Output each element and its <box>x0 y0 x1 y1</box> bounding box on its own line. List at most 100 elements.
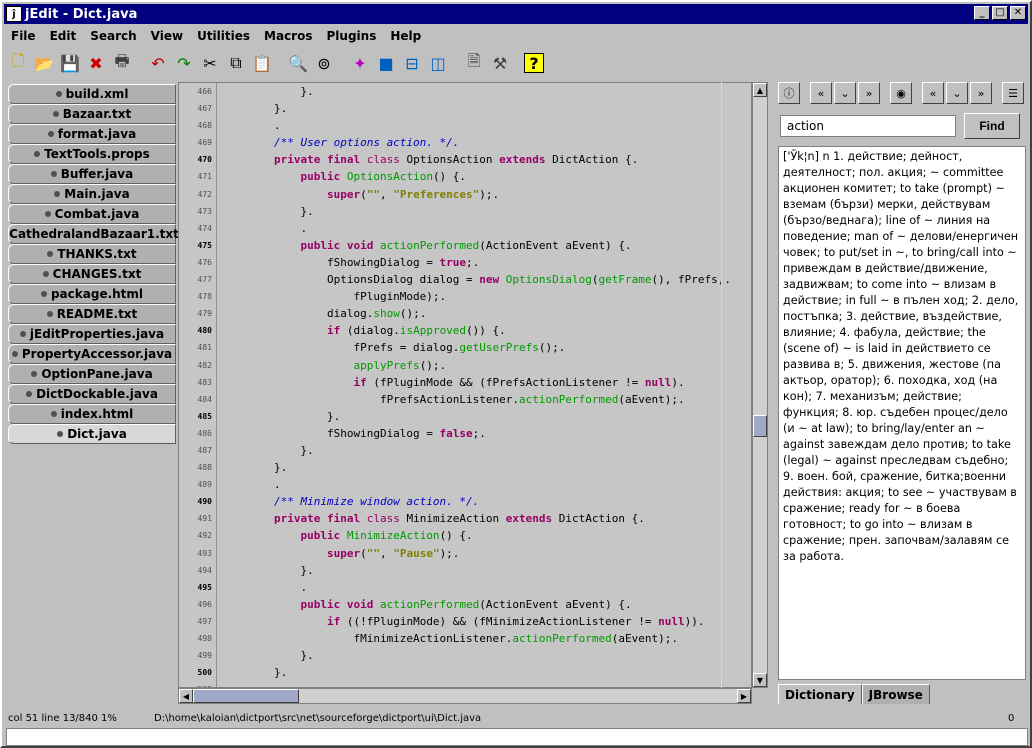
open-icon[interactable]: 📂 <box>32 51 56 75</box>
scroll-down-button[interactable]: ▼ <box>753 673 767 687</box>
buffer-tab-label: format.java <box>57 127 137 141</box>
buffer-tab[interactable]: OptionPane.java <box>8 364 176 384</box>
global-options-icon[interactable]: ⚒ <box>488 51 512 75</box>
nav-right-icon[interactable]: » <box>858 82 880 104</box>
menu-macros[interactable]: Macros <box>257 29 319 43</box>
buffer-tab[interactable]: jEditProperties.java <box>8 324 176 344</box>
menu-edit[interactable]: Edit <box>43 29 84 43</box>
new-view-icon[interactable]: ✦ <box>348 51 372 75</box>
code-token: ((!fPluginMode) && (fMinimizeActionListe… <box>346 614 659 628</box>
find-button[interactable]: Find <box>964 113 1020 139</box>
help-icon[interactable]: ? <box>524 53 544 73</box>
buffer-options-icon[interactable]: 🗎 <box>462 51 486 75</box>
search-input[interactable] <box>780 115 956 137</box>
buffer-tabs: build.xml Bazaar.txt format.java TextTools.… <box>8 84 179 704</box>
find-icon[interactable]: 🔍 <box>286 51 310 75</box>
copy-icon[interactable]: ⧉ <box>224 51 248 75</box>
buffer-dot-icon <box>47 131 54 137</box>
dictionary-icon[interactable]: ◉ <box>890 82 912 104</box>
code-token: extends <box>505 512 559 526</box>
scroll-right-button[interactable]: ▶ <box>737 689 751 703</box>
buffer-tab[interactable]: Combat.java <box>8 204 176 224</box>
line-number: 476 <box>197 257 212 267</box>
redo-icon[interactable]: ↷ <box>172 51 196 75</box>
code-token: , <box>379 546 394 560</box>
code-token: null <box>644 375 672 389</box>
line-number: 472 <box>197 189 212 199</box>
save-icon[interactable]: 💾 <box>58 51 82 75</box>
split-horizontal-icon[interactable]: ⊟ <box>400 51 424 75</box>
horizontal-scrollbar[interactable]: ◀ ▶ <box>178 688 752 704</box>
code-token: (aEvent);. <box>611 632 678 645</box>
buffer-tab[interactable]: TextTools.props <box>8 144 176 164</box>
maximize-button[interactable]: □ <box>992 6 1008 20</box>
buffer-tab[interactable]: CHANGES.txt <box>8 264 176 284</box>
buffer-tab[interactable]: README.txt <box>8 304 176 324</box>
line-number: 488 <box>197 463 212 473</box>
menu-plugins[interactable]: Plugins <box>320 29 384 43</box>
history-down-icon[interactable]: ⌄ <box>946 82 968 104</box>
menu-search[interactable]: Search <box>83 29 143 43</box>
undo-icon[interactable]: ↶ <box>146 51 170 75</box>
cut-icon[interactable]: ✂ <box>198 51 222 75</box>
buffer-tab[interactable]: Dict.java <box>8 424 176 444</box>
menu-view[interactable]: View <box>144 29 190 43</box>
code-token: public void <box>221 597 380 611</box>
buffer-tab[interactable]: build.xml <box>8 84 176 104</box>
about-icon[interactable]: ⓘ <box>778 82 800 104</box>
nav-down-icon[interactable]: ⌄ <box>834 82 856 104</box>
code-line: }. <box>221 203 751 220</box>
buffer-tab[interactable]: THANKS.txt <box>8 244 176 264</box>
code-token: ;. <box>472 426 486 440</box>
buffer-tab[interactable]: PropertyAccessor.java <box>8 344 176 364</box>
tab-dictionary[interactable]: Dictionary <box>778 684 862 704</box>
buffer-tab[interactable]: DictDockable.java <box>8 384 176 404</box>
menu-help[interactable]: Help <box>383 29 428 43</box>
horizontal-scroll-thumb[interactable] <box>193 689 299 703</box>
new-file-icon[interactable]: 🗋 <box>6 51 30 75</box>
buffer-tab[interactable]: Main.java <box>8 184 176 204</box>
buffer-tab[interactable]: Bazaar.txt <box>8 104 176 124</box>
close-file-icon[interactable]: ✖ <box>84 51 108 75</box>
title-bar[interactable]: ĵ jEdit - Dict.java _ □ ✕ <box>4 4 1028 24</box>
line-number: 479 <box>197 309 212 319</box>
tab-jbrowse[interactable]: JBrowse <box>861 684 930 704</box>
vertical-scrollbar[interactable]: ▲ ▼ <box>752 82 768 688</box>
code-token: , <box>379 187 394 201</box>
code-line: . <box>221 476 751 493</box>
history-left-icon[interactable]: « <box>922 82 944 104</box>
buffer-dot-icon <box>50 411 57 417</box>
text-area[interactable]: 466 467 468 469 470 471 472 473 474 475 476 477 478 4… <box>178 82 752 688</box>
menu-utilities[interactable]: Utilities <box>190 29 257 43</box>
history-right-icon[interactable]: » <box>970 82 992 104</box>
code-token: fPrefsActionListener. <box>221 392 520 406</box>
minimize-button[interactable]: _ <box>974 6 990 20</box>
buffer-tab[interactable]: index.html <box>8 404 176 424</box>
print-icon[interactable]: 🖶 <box>110 51 134 75</box>
code-view[interactable]: }. }. . /** User options action. */. pri… <box>221 83 751 687</box>
scroll-up-button[interactable]: ▲ <box>753 83 767 97</box>
code-token: DictAction {. <box>558 512 645 526</box>
unsplit-icon[interactable]: ■ <box>374 51 398 75</box>
menu-file[interactable]: File <box>4 29 43 43</box>
nav-left-icon[interactable]: « <box>810 82 832 104</box>
close-button[interactable]: ✕ <box>1010 6 1026 20</box>
code-token: true <box>439 255 467 269</box>
options-icon[interactable]: ☰ <box>1002 82 1024 104</box>
paste-icon[interactable]: 📋 <box>250 51 274 75</box>
split-vertical-icon[interactable]: ◫ <box>426 51 450 75</box>
vertical-scroll-thumb[interactable] <box>753 415 767 437</box>
buffer-dot-icon <box>34 151 41 157</box>
scroll-left-button[interactable]: ◀ <box>179 689 193 703</box>
buffer-tab[interactable]: CathedralandBazaar1.txt <box>8 224 179 244</box>
code-token: super <box>221 546 361 560</box>
buffer-tab[interactable]: format.java <box>8 124 176 144</box>
buffer-tab[interactable]: package.html <box>8 284 176 304</box>
buffer-tab[interactable]: Buffer.java <box>8 164 176 184</box>
buffer-dot-icon <box>47 251 54 257</box>
line-number-gutter[interactable]: 466 467 468 469 470 471 472 473 474 475 476 477 478 4… <box>179 83 217 687</box>
status-count: 0 <box>1008 712 1015 724</box>
code-token: "Pause" <box>393 546 440 560</box>
code-token: public <box>221 529 347 543</box>
binoculars-icon[interactable]: ⊚ <box>312 51 336 75</box>
